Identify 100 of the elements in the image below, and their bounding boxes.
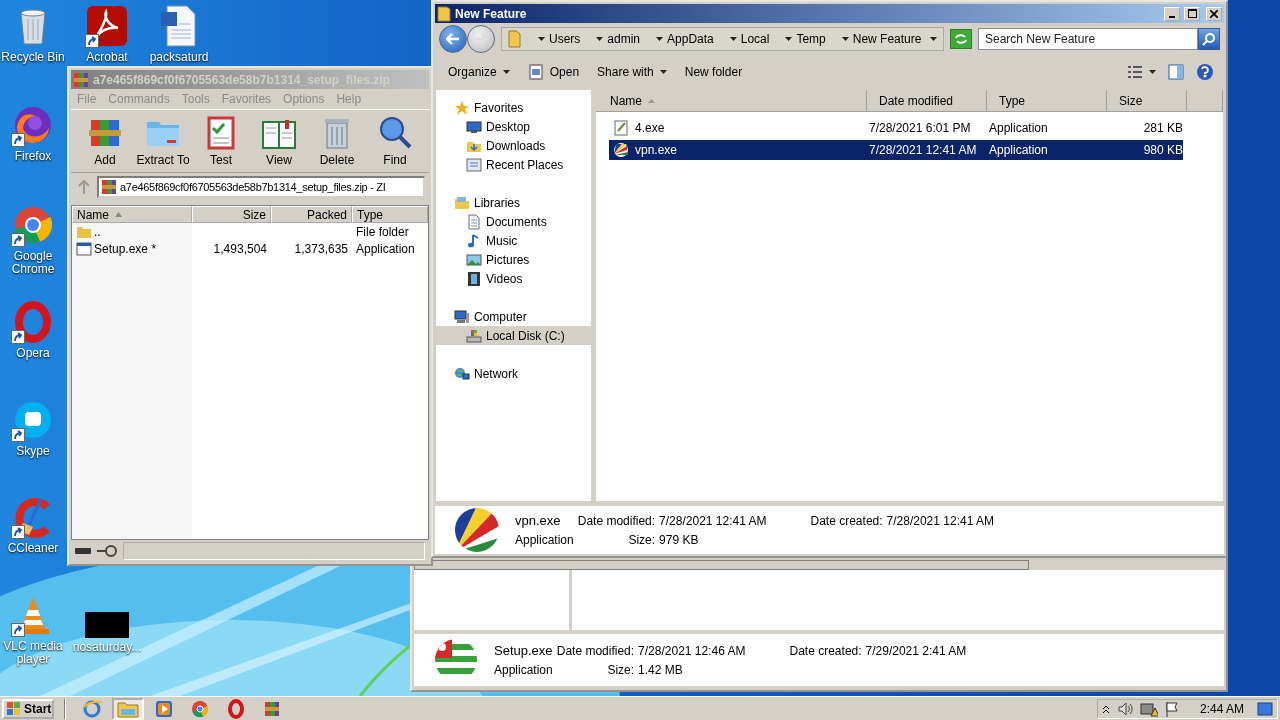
field-label: Size: <box>627 533 656 547</box>
table-cell-text: Application <box>988 143 1049 157</box>
breadcrumb-item[interactable]: Temp <box>796 32 826 46</box>
close-button[interactable] <box>1206 6 1222 21</box>
desktop-icon-label[interactable]: CCleaner <box>7 542 59 555</box>
column-header[interactable]: Packed <box>271 206 352 223</box>
nav-item[interactable]: Pictures <box>436 250 591 269</box>
toolbar-button[interactable]: View <box>251 114 307 168</box>
nav-item[interactable]: Libraries <box>436 193 591 212</box>
table-cell-text: Application <box>355 241 416 256</box>
caret-icon <box>785 36 793 42</box>
nav-item[interactable]: Documents <box>436 212 591 231</box>
scrollbar[interactable] <box>414 560 1029 570</box>
toolbar-button[interactable]: Extract To <box>135 114 191 168</box>
nav-item[interactable]: Music <box>436 231 591 250</box>
table-cell-text: 281 KB <box>1142 121 1183 135</box>
sort-arrow-icon <box>115 212 122 217</box>
desktop-icon-label[interactable]: Acrobat <box>86 51 128 64</box>
file-name[interactable]: Setup.exe * <box>94 241 157 256</box>
key-icon <box>97 545 117 557</box>
field-value: 7/28/2021 12:41 AM <box>886 513 994 528</box>
breadcrumb-item[interactable]: Local <box>740 32 770 46</box>
recent-places-icon <box>466 156 482 173</box>
nav-item[interactable]: Desktop <box>436 117 591 136</box>
nav-item[interactable]: Network <box>436 364 591 383</box>
refresh-button[interactable] <box>950 29 972 49</box>
drive-icon <box>466 327 482 344</box>
start-button[interactable]: Start <box>2 698 54 719</box>
file-name[interactable]: .. <box>94 224 101 239</box>
sort-arrow-icon <box>648 98 655 103</box>
nav-item[interactable]: Computer <box>436 307 591 326</box>
list-view-icon <box>1127 65 1143 79</box>
column-header[interactable]: Date modified <box>867 90 987 112</box>
desktop-icon-label[interactable]: Google Chrome <box>0 250 66 276</box>
table-cell-text: 7/28/2021 6:01 PM <box>868 121 972 135</box>
magnifier-icon <box>377 114 413 150</box>
search-button[interactable] <box>1198 28 1220 50</box>
monitor-icon <box>466 118 482 135</box>
nav-item[interactable]: Local Disk (C:) <box>436 326 591 345</box>
search-field[interactable]: Search New Feature <box>978 28 1198 50</box>
file-name: Setup.exe <box>494 643 553 658</box>
maximize-button[interactable] <box>1184 6 1200 21</box>
maximize-icon <box>1187 9 1197 18</box>
path-field[interactable]: a7e465f869cf0f6705563de58b7b1314_setup_files.zip - ZI <box>97 176 425 198</box>
toolbar-button[interactable]: Test <box>193 114 249 168</box>
toolbar-button[interactable]: Delete <box>309 114 365 168</box>
caret-icon <box>538 36 545 42</box>
menu-button[interactable]: Organize <box>441 60 517 84</box>
file-name: vpn.exe <box>634 143 678 157</box>
toolbar-button[interactable]: Add <box>77 114 133 168</box>
breadcrumb-item[interactable]: admin <box>607 32 641 46</box>
desktop-icon-label[interactable]: Skype <box>16 445 50 458</box>
field-label: Date created: <box>789 643 862 658</box>
caret-icon <box>841 36 849 42</box>
minimize-button[interactable] <box>1164 6 1180 21</box>
breadcrumb-item[interactable]: New Feature <box>852 32 922 46</box>
clock[interactable]: 2:44 AM <box>1185 701 1250 716</box>
desktop-icon-label[interactable]: Firefox <box>14 150 52 163</box>
breadcrumb-item[interactable]: AppData <box>667 32 714 46</box>
table-cell-text: 1,493,504 <box>212 241 268 256</box>
column-header[interactable]: Size <box>1107 90 1187 112</box>
nav-item[interactable]: Recent Places <box>436 155 591 174</box>
network-icon <box>454 365 470 382</box>
folder-icon <box>437 5 451 22</box>
address-bar[interactable]: Users admin AppData Local Temp New Feature <box>501 27 944 51</box>
window-title: New Feature <box>455 6 528 21</box>
archive-logo-icon <box>264 700 280 717</box>
open-button[interactable]: Open <box>520 60 587 84</box>
toolbar-button[interactable]: Find <box>367 114 423 168</box>
column-header[interactable]: Type <box>352 206 428 223</box>
back-button[interactable] <box>439 25 467 53</box>
desktop-icon-label[interactable]: Opera <box>16 347 50 360</box>
folder-icon <box>117 699 139 718</box>
caret-icon <box>659 69 667 75</box>
column-header[interactable]: Name <box>596 90 867 112</box>
new-folder-button[interactable]: New folder <box>677 60 750 84</box>
desktop-icon-label[interactable]: Recycle Bin <box>1 51 65 64</box>
menu-button[interactable]: Share with <box>590 60 674 84</box>
globe-icon <box>82 698 102 719</box>
app-icon <box>453 506 501 554</box>
program-icon <box>76 241 92 256</box>
nav-item[interactable]: Videos <box>436 269 591 288</box>
breadcrumb-item[interactable]: Users <box>549 32 581 46</box>
column-header[interactable]: Size <box>192 206 271 223</box>
forward-button[interactable] <box>467 25 495 53</box>
help-icon <box>1196 63 1214 81</box>
caret-icon <box>502 69 510 75</box>
archive-logo-icon <box>73 71 89 88</box>
show-desktop-icon <box>1257 700 1273 717</box>
file-row[interactable]: 4.exe 7/28/2021 6:01 PM Application 281 KB <box>609 118 1183 138</box>
column-header[interactable]: Type <box>987 90 1107 112</box>
field-value: 7/29/2021 2:41 AM <box>865 643 967 658</box>
file-row[interactable]: vpn.exe 7/28/2021 12:41 AM Application 980 KB <box>609 140 1183 160</box>
nav-item[interactable]: Favorites <box>436 98 591 117</box>
file-type: Application <box>494 663 553 677</box>
desktop-icon-label[interactable]: packsaturd <box>149 51 209 64</box>
column-header[interactable]: Name <box>72 206 192 223</box>
field-value: 1.42 MB <box>638 663 684 677</box>
nav-item[interactable]: Downloads <box>436 136 591 155</box>
film-icon <box>466 270 482 287</box>
